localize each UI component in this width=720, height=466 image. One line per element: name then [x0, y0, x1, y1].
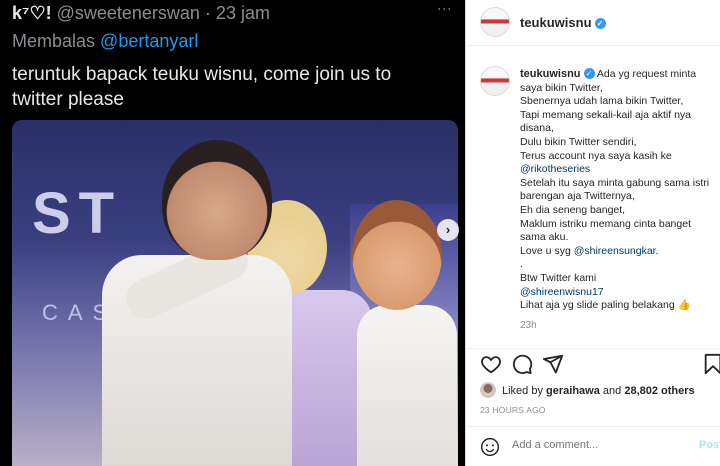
mention-link[interactable]: @rikotheseries [520, 163, 710, 177]
emoji-icon[interactable] [480, 437, 500, 457]
tweet-header: k⁷♡! @sweetenerswan · 23 jam [12, 3, 270, 24]
comment-input[interactable] [512, 439, 687, 451]
post-comment-button[interactable]: Post [699, 439, 720, 451]
add-comment-bar: Post [466, 426, 720, 466]
liker-username[interactable]: geraihawa [546, 385, 600, 397]
post-media: k⁷♡! @sweetenerswan · 23 jam ⋮ Membalas … [0, 0, 465, 466]
post-timestamp[interactable]: 23 HOURS AGO [480, 405, 546, 415]
caption-line: Sbenernya udah lama bikin Twitter, [520, 95, 684, 108]
post-username[interactable]: teukuwisnu ✓ [520, 15, 606, 30]
caption-line: Eh dia seneng banget, [520, 203, 626, 216]
reply-prefix: Membalas [12, 31, 96, 51]
username-text[interactable]: teukuwisnu [520, 15, 592, 30]
reply-handle: @bertanyarl [100, 31, 199, 51]
caption-line-love: Love u syg @shireensungkar. [520, 245, 710, 259]
action-bar [466, 348, 720, 378]
love-suffix: . [655, 244, 659, 257]
verified-badge-icon: ✓ [583, 68, 595, 79]
person-3-head [352, 200, 442, 310]
caption-line: Btw Twitter kami [520, 271, 597, 284]
mention-link[interactable]: @shireenwisnu17 [520, 286, 710, 300]
share-icon[interactable] [542, 353, 564, 375]
caption: teukuwisnu ✓ Ada yg request minta saya bi… [520, 68, 710, 332]
caption-line: Setelah itu saya minta gabung sama istri… [520, 176, 710, 203]
love-prefix: Love u syg [520, 244, 571, 257]
verified-badge-icon: ✓ [594, 18, 606, 29]
heart-icon[interactable] [480, 353, 502, 375]
caption-line: Maklum istriku memang cinta banget sama … [520, 217, 691, 244]
post-sidebar: teukuwisnu ✓ teukuwisnu ✓ Ada yg request m… [465, 0, 720, 466]
stage-backdrop-text: ST [32, 181, 123, 246]
likes-prefix: Liked by [502, 385, 543, 397]
tweet-photo: ST CASE [12, 120, 458, 466]
person-3-body [357, 305, 457, 466]
tweet-handle-time: @sweetenerswan · 23 jam [56, 3, 270, 23]
post-header: teukuwisnu ✓ [466, 0, 720, 46]
liker-avatar[interactable] [480, 382, 496, 398]
caption-line: Dulu bikin Twitter sendiri, [520, 135, 637, 148]
tweet-display-name: k⁷♡! [12, 3, 52, 23]
caption-line: Terus account nya saya kasih ke [520, 149, 672, 162]
person-1-head [162, 140, 272, 260]
caption-area: teukuwisnu ✓ Ada yg request minta saya bi… [466, 56, 720, 348]
next-arrow-icon[interactable]: › [437, 219, 459, 241]
caption-avatar[interactable] [480, 66, 510, 96]
caption-line: Tapi memang sekali-kail aja aktif nya di… [520, 108, 691, 135]
tweet-reply-line: Membalas @bertanyarl [12, 31, 198, 52]
caption-line: Lihat aja yg slide paling belakang 👍 [520, 299, 691, 312]
tweet-text: teruntuk bapack teuku wisnu, come join u… [12, 64, 392, 110]
likes-count[interactable]: 28,802 others [624, 385, 694, 397]
likes-summary: Liked by geraihawa and 28,802 others [480, 382, 695, 398]
caption-line: . [520, 258, 523, 271]
comment-icon[interactable] [511, 353, 533, 375]
caption-time[interactable]: 23h [520, 319, 710, 333]
likes-and: and [602, 385, 622, 397]
mention-link[interactable]: @shireensungkar [574, 245, 656, 257]
avatar[interactable] [480, 7, 510, 37]
bookmark-icon[interactable] [702, 353, 720, 375]
caption-username[interactable]: teukuwisnu [520, 68, 581, 80]
more-options-icon: ⋮ [437, 2, 453, 16]
